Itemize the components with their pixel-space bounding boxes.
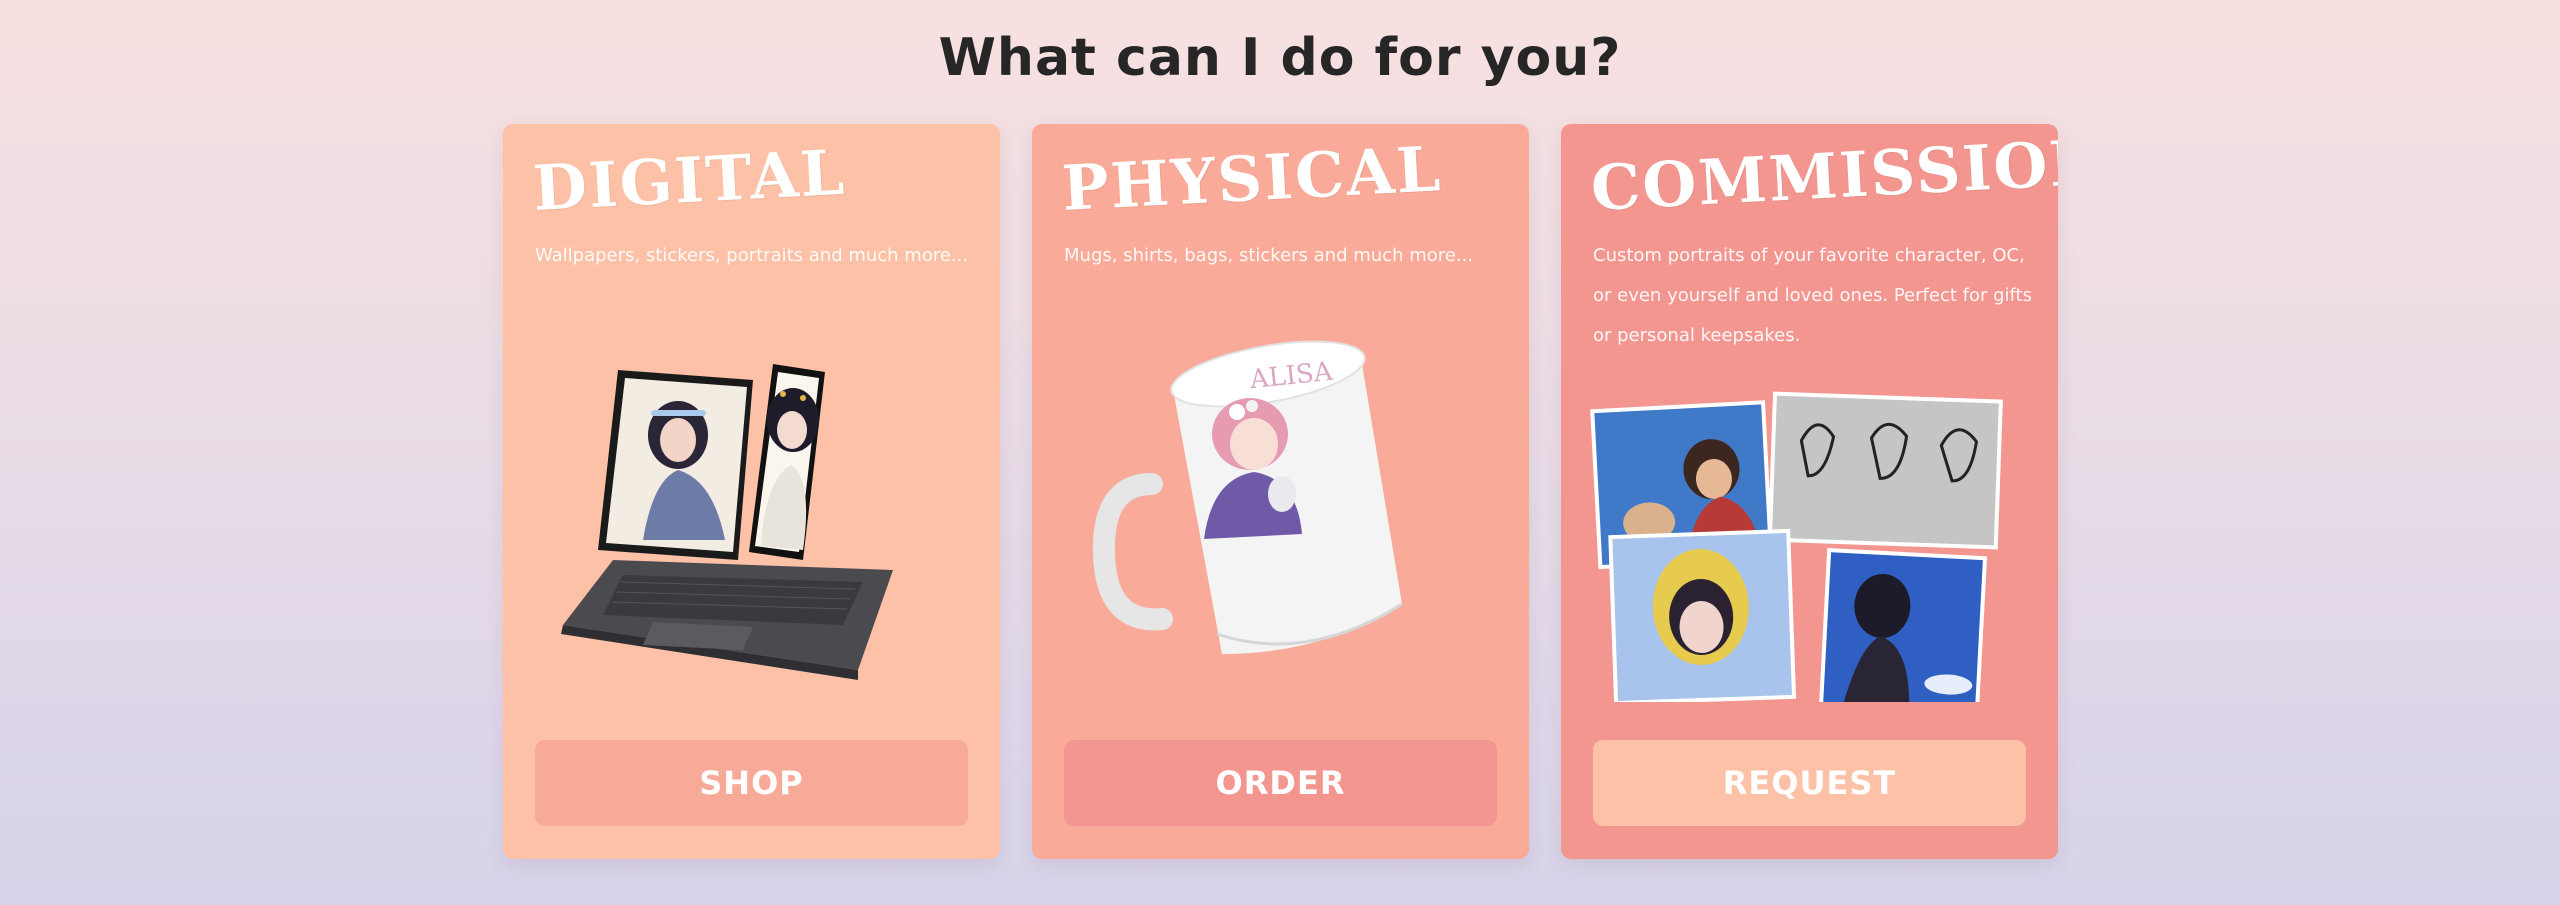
mug-character-glove — [1268, 476, 1296, 512]
commissions-card-description: Custom portraits of your favorite charac… — [1593, 245, 2032, 346]
mug-handle — [1092, 473, 1173, 631]
digital-card: DIGITAL Wallpapers, stickers, portraits … — [503, 124, 1000, 859]
request-button[interactable]: REQUEST — [1593, 740, 2026, 826]
service-cards: DIGITAL Wallpapers, stickers, portraits … — [503, 124, 2058, 859]
page-heading: What can I do for you? — [938, 28, 1622, 88]
portrait-sketch-trio — [1767, 391, 2003, 550]
phone-character-hair-ornament-2 — [800, 395, 806, 401]
portrait-collage — [1590, 391, 2003, 702]
mug-character-flower-2 — [1246, 400, 1258, 412]
mug-character-face — [1230, 418, 1278, 470]
portrait-woman-sky — [1818, 548, 1988, 702]
laptop-character-headband — [651, 410, 706, 416]
laptop-trackpad — [643, 622, 753, 650]
portrait-hooded-girl — [1608, 528, 1797, 702]
physical-card-title: PHYSICAL — [1060, 132, 1444, 225]
phone-character-hair-ornament — [780, 391, 786, 397]
mug-illustration: ALISA — [1092, 340, 1403, 654]
digital-card-title: DIGITAL — [531, 135, 848, 225]
physical-card: PHYSICAL Mugs, shirts, bags, stickers an… — [1032, 124, 1529, 859]
laptop-phone-illustration — [561, 364, 893, 680]
order-button[interactable]: ORDER — [1064, 740, 1497, 826]
shop-button[interactable]: SHOP — [535, 740, 968, 826]
physical-card-description: Mugs, shirts, bags, stickers and much mo… — [1064, 245, 1473, 266]
commissions-card-title: COMMISSIONS — [1589, 124, 2058, 225]
digital-card-description: Wallpapers, stickers, portraits and much… — [535, 245, 969, 266]
phone-character-face — [777, 411, 807, 449]
mug-character-flower — [1229, 404, 1245, 420]
commissions-card: COMMISSIONS Custom portraits of your fav… — [1561, 124, 2058, 859]
laptop-character-face — [660, 418, 696, 462]
